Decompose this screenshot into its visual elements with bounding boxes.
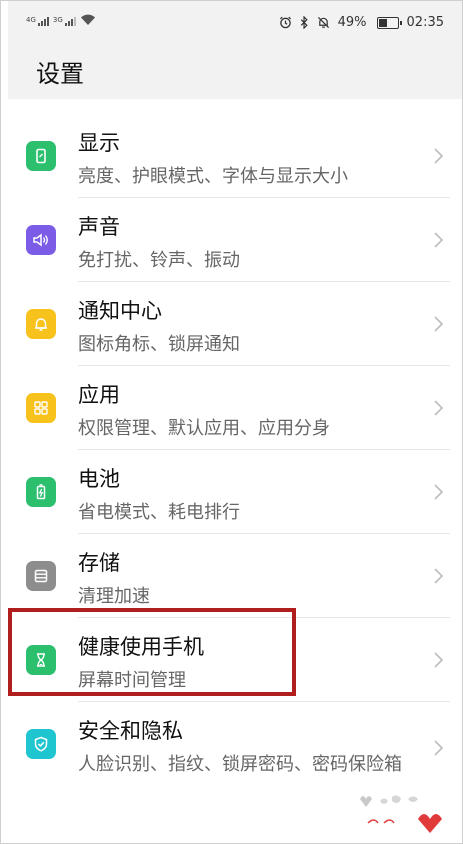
item-subtitle: 人脸识别、指纹、锁屏密码、密码保险箱: [78, 754, 402, 775]
signal-sim2-icon: 3G: [53, 17, 76, 26]
item-subtitle: 权限管理、默认应用、应用分身: [78, 418, 330, 439]
chevron-right-icon: [434, 400, 444, 416]
settings-item-storage[interactable]: 存储 清理加速: [8, 533, 462, 617]
item-subtitle: 图标角标、锁屏通知: [78, 334, 240, 355]
bell-icon: [26, 309, 56, 339]
chevron-right-icon: [434, 740, 444, 756]
item-title: 声音: [78, 215, 120, 239]
settings-item-battery[interactable]: 电池 省电模式、耗电排行: [8, 449, 462, 533]
divider: [78, 617, 450, 618]
wifi-icon: [80, 14, 95, 25]
display-icon: [26, 141, 56, 171]
watermark-logo: [360, 795, 442, 833]
signal-sim1-icon: 4G: [26, 17, 49, 26]
divider: [78, 449, 450, 450]
settings-item-sound[interactable]: 声音 免打扰、铃声、振动: [8, 197, 462, 281]
divider: [78, 533, 450, 534]
divider: [78, 701, 450, 702]
settings-item-apps[interactable]: 应用 权限管理、默认应用、应用分身: [8, 365, 462, 449]
header: 4G 3G 49% 02:35 设置: [8, 1, 462, 99]
shield-icon: [26, 729, 56, 759]
chevron-right-icon: [434, 568, 444, 584]
settings-list: 显示 亮度、护眼模式、字体与显示大小 声音 免打扰、铃声、振动 通知中心 图标角…: [8, 113, 462, 805]
item-title: 电池: [78, 467, 120, 491]
item-subtitle: 亮度、护眼模式、字体与显示大小: [78, 166, 348, 187]
battery-icon: [376, 16, 402, 29]
chevron-right-icon: [434, 652, 444, 668]
divider: [78, 365, 450, 366]
chevron-right-icon: [434, 232, 444, 248]
item-subtitle: 免打扰、铃声、振动: [78, 250, 240, 271]
item-subtitle: 屏幕时间管理: [78, 670, 186, 691]
settings-item-notifications[interactable]: 通知中心 图标角标、锁屏通知: [8, 281, 462, 365]
alarm-icon: [279, 16, 291, 29]
chevron-right-icon: [434, 316, 444, 332]
page-title: 设置: [36, 60, 84, 88]
divider: [78, 281, 450, 282]
bluetooth-icon: [300, 16, 308, 29]
item-title: 安全和隐私: [78, 719, 183, 743]
item-subtitle: 清理加速: [78, 586, 150, 607]
network-type-label: 4G: [26, 16, 36, 24]
network-type-label: 3G: [52, 16, 63, 24]
item-title: 应用: [78, 383, 120, 407]
item-title: 存储: [78, 551, 120, 575]
volume-icon: [26, 225, 56, 255]
hourglass-icon: [26, 645, 56, 675]
item-subtitle: 省电模式、耗电排行: [78, 502, 240, 523]
clock: 02:35: [406, 15, 444, 30]
settings-item-digital-balance[interactable]: 健康使用手机 屏幕时间管理: [8, 617, 462, 701]
chevron-right-icon: [434, 484, 444, 500]
settings-item-display[interactable]: 显示 亮度、护眼模式、字体与显示大小: [8, 113, 462, 197]
apps-grid-icon: [26, 393, 56, 423]
screenshot-frame: 4G 3G 49% 02:35 设置 显示 亮度、护眼模式、字体与显示大小 声音…: [0, 0, 463, 844]
battery-percent: 49%: [337, 15, 367, 30]
item-title: 健康使用手机: [78, 635, 204, 659]
battery-icon: [26, 477, 56, 507]
status-bar: 4G 3G 49% 02:35: [8, 1, 462, 47]
storage-icon: [26, 561, 56, 591]
item-title: 显示: [78, 131, 120, 155]
chevron-right-icon: [434, 148, 444, 164]
divider: [78, 197, 450, 198]
mute-bell-icon: [317, 16, 329, 29]
item-title: 通知中心: [78, 299, 162, 323]
